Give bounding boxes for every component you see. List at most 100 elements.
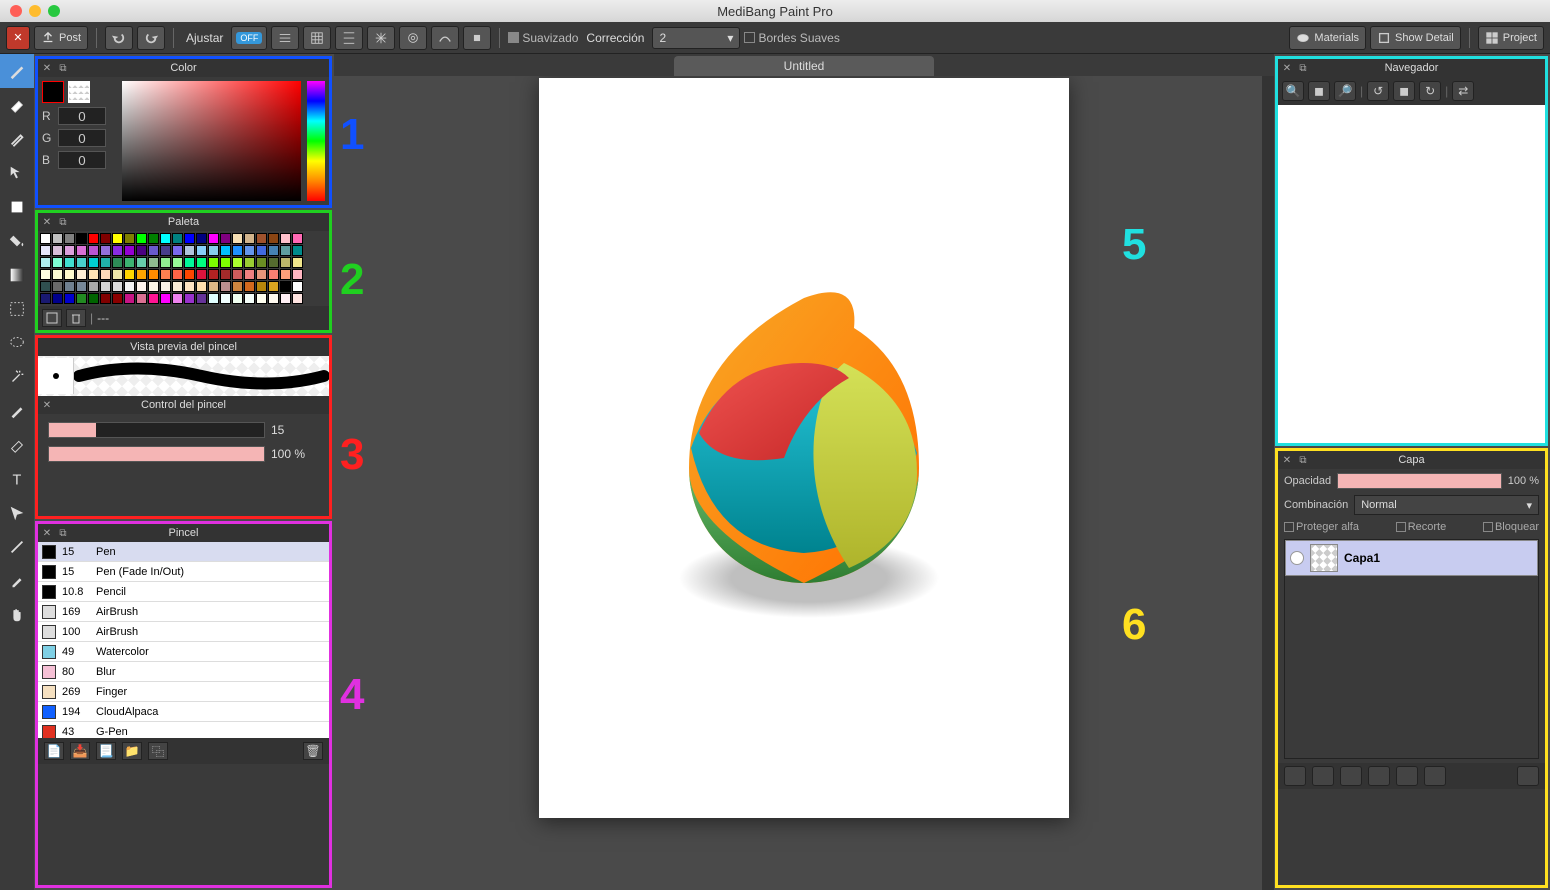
snap-perspective-icon[interactable]: [335, 26, 363, 50]
palette-swatch[interactable]: [232, 257, 243, 268]
palette-swatch[interactable]: [280, 257, 291, 268]
new-brush-icon[interactable]: 📄: [44, 742, 64, 760]
rotate-left-icon[interactable]: ↺: [1367, 81, 1389, 101]
brush-row[interactable]: 100AirBrush: [38, 622, 329, 642]
palette-swatch[interactable]: [220, 281, 231, 292]
layer-visibility-icon[interactable]: [1290, 551, 1304, 565]
zoom-fit-icon[interactable]: ◼: [1308, 81, 1330, 101]
popout-icon[interactable]: ⧉: [1296, 61, 1310, 75]
palette-swatch[interactable]: [100, 269, 111, 280]
palette-swatch[interactable]: [112, 245, 123, 256]
palette-swatch[interactable]: [40, 257, 51, 268]
layer-opacity-slider[interactable]: [1337, 473, 1502, 489]
palette-swatch[interactable]: [136, 269, 147, 280]
palette-swatch[interactable]: [232, 269, 243, 280]
palette-swatch[interactable]: [136, 293, 147, 304]
snap-radial-icon[interactable]: [367, 26, 395, 50]
palette-swatch[interactable]: [76, 257, 87, 268]
palette-swatch[interactable]: [172, 245, 183, 256]
palette-swatch[interactable]: [172, 257, 183, 268]
close-window-button[interactable]: [10, 5, 22, 17]
palette-swatch[interactable]: [112, 281, 123, 292]
palette-swatch[interactable]: [208, 269, 219, 280]
brush-script-icon[interactable]: 📃: [96, 742, 116, 760]
palette-swatch[interactable]: [232, 233, 243, 244]
move-tool[interactable]: [0, 156, 34, 190]
close-button[interactable]: ✕: [6, 26, 30, 50]
palette-swatch[interactable]: [292, 269, 303, 280]
palette-swatch[interactable]: [184, 257, 195, 268]
palette-swatch[interactable]: [100, 245, 111, 256]
operation-tool[interactable]: [0, 496, 34, 530]
palette-swatch[interactable]: [160, 257, 171, 268]
palette-swatch[interactable]: [256, 233, 267, 244]
canvas[interactable]: [539, 78, 1069, 818]
palette-swatch[interactable]: [100, 257, 111, 268]
rotate-reset-icon[interactable]: ◼: [1393, 81, 1415, 101]
palette-swatch[interactable]: [184, 233, 195, 244]
palette-swatch[interactable]: [52, 293, 63, 304]
palette-swatch[interactable]: [280, 281, 291, 292]
palette-swatch[interactable]: [244, 293, 255, 304]
palette-swatch[interactable]: [196, 233, 207, 244]
delete-brush-icon[interactable]: 🗑: [303, 742, 323, 760]
palette-swatch[interactable]: [112, 257, 123, 268]
palette-swatch[interactable]: [220, 269, 231, 280]
palette-swatch[interactable]: [40, 281, 51, 292]
brush-tool[interactable]: [0, 54, 34, 88]
palette-swatch[interactable]: [292, 233, 303, 244]
palette-swatch[interactable]: [196, 293, 207, 304]
palette-swatch[interactable]: [292, 257, 303, 268]
undo-button[interactable]: [105, 26, 133, 50]
palette-swatch[interactable]: [160, 269, 171, 280]
select-rect-tool[interactable]: [0, 292, 34, 326]
dot-tool[interactable]: [0, 122, 34, 156]
document-tab[interactable]: Untitled: [674, 56, 935, 76]
zoom-in-icon[interactable]: 🔍: [1282, 81, 1304, 101]
palette-swatch[interactable]: [64, 257, 75, 268]
palette-swatch[interactable]: [52, 233, 63, 244]
new-color-layer-icon[interactable]: [1312, 766, 1334, 786]
palette-swatch[interactable]: [100, 293, 111, 304]
palette-swatch[interactable]: [88, 233, 99, 244]
palette-swatch[interactable]: [76, 281, 87, 292]
palette-swatch[interactable]: [112, 269, 123, 280]
palette-swatch[interactable]: [88, 269, 99, 280]
palette-swatch[interactable]: [136, 233, 147, 244]
lock-checkbox[interactable]: Bloquear: [1483, 521, 1539, 533]
palette-swatch[interactable]: [268, 257, 279, 268]
snap-settings-icon[interactable]: [463, 26, 491, 50]
color-field[interactable]: [122, 81, 301, 201]
divide-tool[interactable]: [0, 530, 34, 564]
delete-layer-icon[interactable]: [1517, 766, 1539, 786]
snap-circle-icon[interactable]: [399, 26, 427, 50]
redo-button[interactable]: [137, 26, 165, 50]
palette-swatch[interactable]: [244, 257, 255, 268]
brush-row[interactable]: 269Finger: [38, 682, 329, 702]
palette-swatch[interactable]: [100, 233, 111, 244]
palette-swatch[interactable]: [148, 269, 159, 280]
text-tool[interactable]: T: [0, 462, 34, 496]
brush-row[interactable]: 10.8Pencil: [38, 582, 329, 602]
brush-size-slider[interactable]: [48, 422, 265, 438]
select-eraser-tool[interactable]: [0, 428, 34, 462]
palette-swatch[interactable]: [184, 281, 195, 292]
palette-swatch[interactable]: [148, 233, 159, 244]
palette-swatch[interactable]: [220, 245, 231, 256]
palette-swatch[interactable]: [292, 293, 303, 304]
palette-swatch[interactable]: [64, 269, 75, 280]
palette-swatch[interactable]: [256, 281, 267, 292]
palette-swatch[interactable]: [52, 257, 63, 268]
palette-swatch[interactable]: [148, 257, 159, 268]
palette-swatch[interactable]: [148, 281, 159, 292]
b-input[interactable]: [58, 151, 106, 169]
palette-swatch[interactable]: [268, 233, 279, 244]
brush-folder-icon[interactable]: 📁: [122, 742, 142, 760]
post-button[interactable]: Post: [34, 26, 88, 50]
palette-swatch[interactable]: [76, 233, 87, 244]
brush-row[interactable]: 43G-Pen: [38, 722, 329, 738]
palette-swatch[interactable]: [40, 269, 51, 280]
palette-swatch[interactable]: [52, 281, 63, 292]
palette-swatch[interactable]: [244, 269, 255, 280]
palette-swatch[interactable]: [124, 281, 135, 292]
